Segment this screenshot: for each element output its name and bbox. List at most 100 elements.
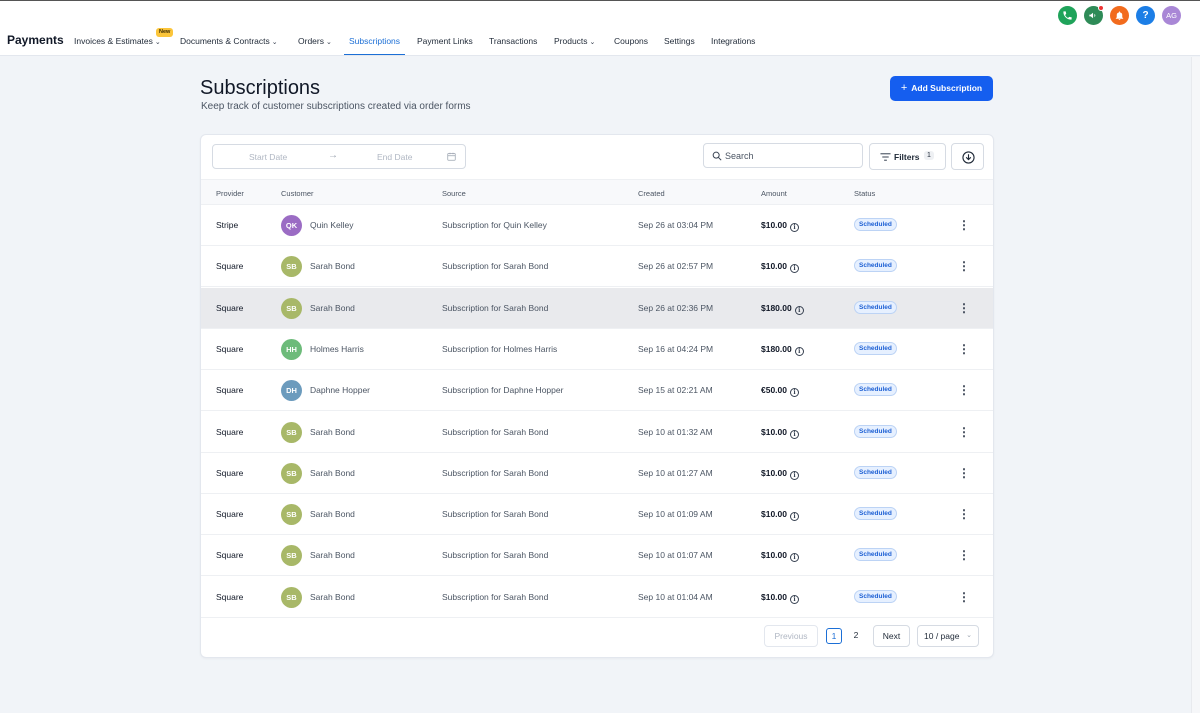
- nav-products[interactable]: Products ⌄: [554, 31, 599, 55]
- nav-documents-contracts[interactable]: Documents & Contracts ⌄: [180, 31, 281, 55]
- info-icon[interactable]: i: [790, 388, 799, 398]
- nav-transactions[interactable]: Transactions: [489, 31, 537, 55]
- calendar-icon: [447, 152, 456, 161]
- table-header: Provider Customer Source Created Amount …: [201, 179, 993, 205]
- info-icon[interactable]: i: [790, 264, 799, 274]
- more-options-icon[interactable]: ⋮: [958, 300, 970, 316]
- table-row[interactable]: Square SB Sarah Bond Subscription for Sarah…: [201, 453, 993, 494]
- created-cell: Sep 10 at 01:27 AM: [638, 467, 713, 478]
- search-icon: [712, 151, 722, 161]
- customer-name[interactable]: Sarah Bond: [310, 550, 355, 560]
- nav-integrations[interactable]: Integrations: [711, 31, 755, 55]
- customer-name[interactable]: Sarah Bond: [310, 509, 355, 519]
- created-cell: Sep 10 at 01:04 AM: [638, 591, 713, 602]
- source-cell: Subscription for Holmes Harris: [442, 343, 558, 354]
- table-row[interactable]: Square SB Sarah Bond Subscription for Sarah…: [201, 287, 993, 329]
- customer-name[interactable]: Sarah Bond: [310, 427, 355, 437]
- help-icon[interactable]: ?: [1136, 6, 1155, 25]
- customer-name[interactable]: Sarah Bond: [310, 592, 355, 602]
- table-row[interactable]: Square SB Sarah Bond Subscription for Sarah…: [201, 246, 993, 288]
- source-cell: Subscription for Quin Kelley: [442, 220, 547, 230]
- filter-icon: [880, 153, 891, 161]
- add-subscription-button[interactable]: + Add Subscription: [890, 76, 993, 101]
- nav-settings[interactable]: Settings: [664, 31, 695, 55]
- more-options-icon[interactable]: ⋮: [958, 465, 970, 481]
- info-icon[interactable]: i: [790, 470, 799, 480]
- more-options-icon[interactable]: ⋮: [958, 217, 970, 233]
- provider-cell: Square: [216, 302, 244, 313]
- table-row[interactable]: Square SB Sarah Bond Subscription for Sarah…: [201, 535, 993, 577]
- info-icon[interactable]: i: [790, 429, 799, 439]
- nav-label: Settings: [664, 36, 695, 46]
- table-row[interactable]: Stripe QK Quin Kelley Subscription for Quin…: [201, 205, 993, 246]
- more-options-icon[interactable]: ⋮: [958, 341, 970, 357]
- megaphone-icon[interactable]: [1084, 5, 1104, 25]
- amount-cell: $10.00 i: [761, 509, 799, 522]
- page-size-select[interactable]: 10 / page ⌄: [917, 625, 979, 647]
- date-range-picker[interactable]: Start Date → End Date: [212, 144, 466, 169]
- phone-icon[interactable]: [1058, 6, 1077, 25]
- source-cell: Subscription for Sarah Bond: [442, 261, 549, 272]
- created-cell: Sep 10 at 01:32 AM: [638, 426, 713, 437]
- nav-payment-links[interactable]: Payment Links: [417, 31, 473, 55]
- download-icon: [962, 151, 975, 164]
- customer-name[interactable]: Daphne Hopper: [310, 385, 370, 395]
- customer-name[interactable]: Sarah Bond: [310, 468, 355, 478]
- more-options-icon[interactable]: ⋮: [958, 506, 970, 522]
- start-date-input[interactable]: Start Date: [249, 152, 287, 162]
- nav-invoices-estimates[interactable]: Invoices & Estimates ⌄: [74, 31, 164, 55]
- nav-coupons[interactable]: Coupons: [614, 31, 648, 55]
- status-badge: Scheduled: [854, 383, 897, 397]
- info-icon[interactable]: i: [790, 594, 799, 604]
- page-1-button[interactable]: 1: [826, 628, 842, 644]
- info-icon[interactable]: i: [794, 346, 804, 356]
- customer-avatar: HH: [281, 338, 302, 360]
- arrow-right-icon: →: [328, 150, 338, 161]
- customer-name[interactable]: Holmes Harris: [310, 344, 364, 354]
- provider-cell: Square: [216, 509, 244, 520]
- info-icon[interactable]: i: [794, 305, 804, 315]
- filters-button[interactable]: Filters 1: [869, 143, 946, 170]
- provider-cell: Square: [216, 385, 244, 396]
- created-cell: Sep 10 at 01:07 AM: [638, 550, 713, 561]
- table-row[interactable]: Square DH Daphne Hopper Subscription for Da…: [201, 370, 993, 412]
- nav-label: Products: [554, 36, 588, 46]
- customer-name[interactable]: Sarah Bond: [310, 303, 355, 313]
- status-badge: Scheduled: [854, 507, 897, 521]
- filters-label: Filters: [894, 152, 920, 162]
- search-input[interactable]: Search: [703, 143, 863, 168]
- status-badge: Scheduled: [854, 465, 897, 479]
- info-icon[interactable]: i: [790, 512, 799, 522]
- table-row[interactable]: Square SB Sarah Bond Subscription for Sarah…: [201, 494, 993, 536]
- table-row[interactable]: Square HH Holmes Harris Subscription for Ho…: [201, 329, 993, 370]
- amount-cell: $10.00 i: [761, 592, 799, 604]
- more-options-icon[interactable]: ⋮: [958, 424, 970, 440]
- end-date-input[interactable]: End Date: [377, 152, 412, 162]
- customer-name[interactable]: Quin Kelley: [310, 220, 353, 230]
- info-icon[interactable]: i: [790, 223, 799, 232]
- customer-name[interactable]: Sarah Bond: [310, 261, 355, 271]
- info-icon[interactable]: i: [790, 553, 799, 563]
- nav-subscriptions[interactable]: Subscriptions: [344, 31, 406, 55]
- customer-avatar: DH: [281, 380, 302, 402]
- user-avatar[interactable]: AG: [1162, 6, 1181, 25]
- next-page-button[interactable]: Next: [873, 625, 910, 647]
- download-button[interactable]: [951, 143, 984, 170]
- more-options-icon[interactable]: ⋮: [958, 258, 970, 274]
- amount-value: $10.00: [761, 509, 787, 520]
- more-options-icon[interactable]: ⋮: [958, 382, 970, 398]
- nav-orders[interactable]: Orders ⌄: [298, 31, 335, 55]
- table-row[interactable]: Square SB Sarah Bond Subscription for Sarah…: [201, 412, 993, 453]
- bell-icon[interactable]: [1110, 6, 1129, 25]
- more-options-icon[interactable]: ⋮: [958, 589, 970, 605]
- page-2-button[interactable]: 2: [848, 628, 864, 644]
- customer-avatar: SB: [281, 421, 302, 443]
- created-cell: Sep 26 at 02:36 PM: [638, 302, 714, 313]
- source-cell: Subscription for Daphne Hopper: [442, 385, 564, 396]
- table-row[interactable]: Square SB Sarah Bond Subscription for Sarah…: [201, 577, 993, 618]
- page-scrollbar[interactable]: [1191, 57, 1200, 713]
- previous-page-button[interactable]: Previous: [764, 625, 818, 647]
- more-options-icon[interactable]: ⋮: [958, 547, 970, 563]
- amount-cell: $10.00 i: [761, 261, 799, 274]
- status-badge: Scheduled: [854, 218, 897, 231]
